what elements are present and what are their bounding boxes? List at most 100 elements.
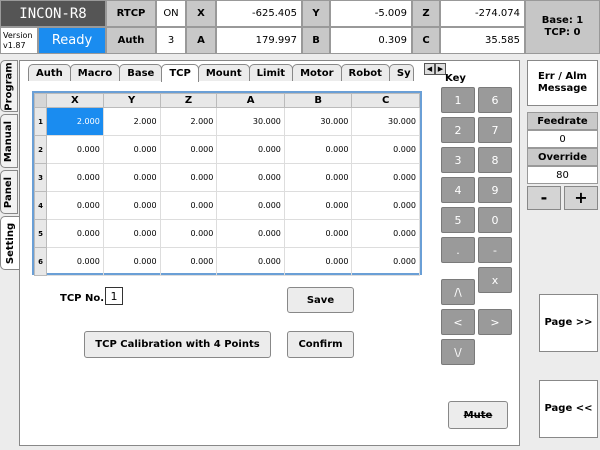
save-button[interactable]: Save xyxy=(287,287,354,313)
axis-z-value: -274.074 xyxy=(440,0,525,27)
side-tab-setting[interactable]: Setting xyxy=(0,216,20,270)
tab-motor[interactable]: Motor xyxy=(292,64,342,81)
override-minus-button[interactable]: - xyxy=(527,186,561,210)
table-header-row: X Y Z A B C xyxy=(34,93,420,108)
key-4[interactable]: 4 xyxy=(441,177,475,203)
table-cell[interactable]: 0.000 xyxy=(102,247,161,276)
side-tab-panel-label: Panel xyxy=(3,176,15,208)
table-row: 3 0.000 0.000 0.000 0.000 0.000 0.000 xyxy=(34,163,420,192)
table-cell[interactable]: 30.000 xyxy=(216,107,285,136)
version-label: Version xyxy=(3,30,33,40)
key-6[interactable]: 6 xyxy=(478,87,512,113)
status-bar: INCON-R8 Version v1.87 Ready RTCP ON Aut… xyxy=(0,0,525,54)
table-cell[interactable]: 0.000 xyxy=(283,247,353,276)
table-cell[interactable]: 0.000 xyxy=(46,135,104,164)
tab-tcp[interactable]: TCP xyxy=(161,64,199,82)
key-3[interactable]: 3 xyxy=(441,147,475,173)
table-cell[interactable]: 0.000 xyxy=(216,247,285,276)
table-cell[interactable]: 2.000 xyxy=(159,107,218,136)
table-cell[interactable]: 0.000 xyxy=(159,219,218,248)
key-5[interactable]: 5 xyxy=(441,207,475,233)
rtcp-value: ON xyxy=(156,0,186,27)
axis-z-label: Z xyxy=(412,0,440,27)
key-8[interactable]: 8 xyxy=(478,147,512,173)
page-next-button[interactable]: Page >> xyxy=(539,294,598,352)
table-cell[interactable]: 0.000 xyxy=(216,135,285,164)
tab-bar: Auth Macro Base TCP Mount Limit Motor Ro… xyxy=(28,64,414,82)
table-cell[interactable]: 0.000 xyxy=(283,163,353,192)
key-1[interactable]: 1 xyxy=(441,87,475,113)
tab-limit[interactable]: Limit xyxy=(248,64,294,81)
table-cell[interactable]: 0.000 xyxy=(216,163,285,192)
table-cell[interactable]: 0.000 xyxy=(46,219,104,248)
table-cell[interactable]: 0.000 xyxy=(351,163,420,192)
axis-b-label: B xyxy=(302,27,330,54)
side-tab-panel[interactable]: Panel xyxy=(0,170,18,214)
arrow-down-icon[interactable]: \/ xyxy=(441,339,475,365)
tab-system[interactable]: Sy xyxy=(388,64,414,81)
arrow-up-icon[interactable]: /\ xyxy=(441,279,475,305)
table-cell[interactable]: 0.000 xyxy=(46,247,104,276)
table-cell[interactable]: 30.000 xyxy=(351,107,420,136)
column-header-y: Y xyxy=(102,93,161,108)
key-0[interactable]: 0 xyxy=(478,207,512,233)
table-cell[interactable]: 0.000 xyxy=(159,191,218,220)
tcp-table: X Y Z A B C 1 2.000 2.000 2.000 30.000 3… xyxy=(32,91,422,276)
arrow-right-icon[interactable]: > xyxy=(478,309,512,335)
row-number: 5 xyxy=(34,219,47,248)
side-tab-manual[interactable]: Manual xyxy=(0,114,18,168)
key-clear-icon[interactable]: x xyxy=(478,267,512,293)
table-cell[interactable]: 0.000 xyxy=(159,135,218,164)
key-dot[interactable]: . xyxy=(441,237,475,263)
tab-mount[interactable]: Mount xyxy=(197,64,250,81)
right-panel: Err / Alm Message Feedrate 0 Override 80… xyxy=(525,54,600,450)
key-minus[interactable]: - xyxy=(478,237,512,263)
table-cell[interactable]: 0.000 xyxy=(216,219,285,248)
tab-macro[interactable]: Macro xyxy=(69,64,121,81)
page-prev-button[interactable]: Page << xyxy=(539,380,598,438)
override-plus-button[interactable]: + xyxy=(564,186,598,210)
table-cell[interactable]: 0.000 xyxy=(351,247,420,276)
err-alm-message-button[interactable]: Err / Alm Message xyxy=(527,60,598,106)
row-number: 3 xyxy=(34,163,47,192)
key-9[interactable]: 9 xyxy=(478,177,512,203)
table-cell[interactable]: 0.000 xyxy=(283,191,353,220)
tab-base[interactable]: Base xyxy=(119,64,163,81)
key-7[interactable]: 7 xyxy=(478,117,512,143)
table-row: 6 0.000 0.000 0.000 0.000 0.000 0.000 xyxy=(34,247,420,276)
table-row: 4 0.000 0.000 0.000 0.000 0.000 0.000 xyxy=(34,191,420,220)
tcp-calibration-button[interactable]: TCP Calibration with 4 Points xyxy=(84,331,271,358)
table-cell[interactable]: 0.000 xyxy=(283,135,353,164)
table-cell[interactable]: 0.000 xyxy=(159,163,218,192)
table-cell[interactable]: 0.000 xyxy=(351,191,420,220)
table-cell[interactable]: 0.000 xyxy=(283,219,353,248)
table-cell[interactable]: 0.000 xyxy=(216,191,285,220)
side-tab-manual-label: Manual xyxy=(3,120,15,162)
status-badge: Ready xyxy=(38,27,106,54)
mute-button[interactable]: Mute xyxy=(448,401,508,429)
key-2[interactable]: 2 xyxy=(441,117,475,143)
table-cell[interactable]: 0.000 xyxy=(102,191,161,220)
row-number: 6 xyxy=(34,247,47,276)
table-cell[interactable]: 30.000 xyxy=(283,107,353,136)
tcp-indicator: TCP: 0 xyxy=(544,27,581,38)
confirm-button[interactable]: Confirm xyxy=(287,331,354,358)
table-cell[interactable]: 0.000 xyxy=(46,163,104,192)
table-cell[interactable]: 0.000 xyxy=(46,191,104,220)
table-cell[interactable]: 0.000 xyxy=(159,247,218,276)
table-cell[interactable]: 0.000 xyxy=(102,219,161,248)
table-cell[interactable]: 0.000 xyxy=(102,135,161,164)
table-cell[interactable]: 2.000 xyxy=(102,107,161,136)
side-tab-program[interactable]: Program xyxy=(0,60,18,112)
tcp-no-input[interactable]: 1 xyxy=(105,287,123,305)
table-cell[interactable]: 0.000 xyxy=(351,219,420,248)
tab-auth[interactable]: Auth xyxy=(28,64,71,81)
arrow-left-icon[interactable]: < xyxy=(441,309,475,335)
table-cell[interactable]: 2.000 xyxy=(46,107,104,136)
table-cell[interactable]: 0.000 xyxy=(351,135,420,164)
feedrate-value: 0 xyxy=(527,130,598,148)
tab-robot[interactable]: Robot xyxy=(340,64,390,81)
table-cell[interactable]: 0.000 xyxy=(102,163,161,192)
tab-scroll-left-icon[interactable]: ◀ xyxy=(424,63,435,75)
column-header-x: X xyxy=(46,93,104,108)
